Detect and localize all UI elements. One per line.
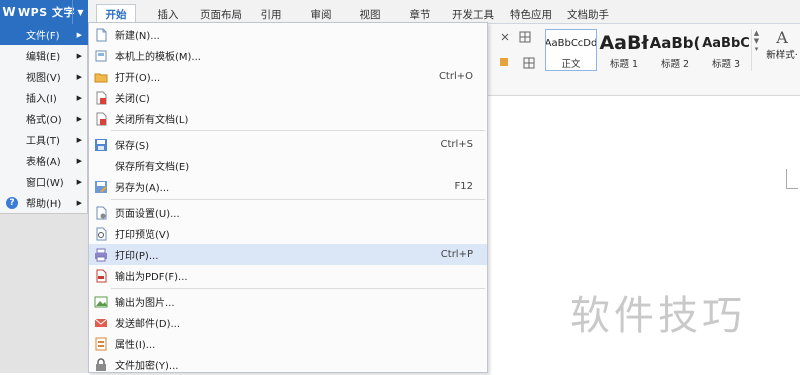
tab-developer-tools[interactable]: 开发工具 <box>448 4 498 24</box>
properties-icon <box>95 337 107 350</box>
style-normal[interactable]: AaBbCcDd 正文 <box>545 29 597 71</box>
style-heading-1[interactable]: AaBł 标题 1 <box>598 29 650 71</box>
menu-separator <box>111 199 485 200</box>
chevron-right-icon: ▶ <box>76 30 82 39</box>
chevron-right-icon: ▶ <box>76 135 82 144</box>
folder-open-icon <box>94 73 108 82</box>
menu-item-edit[interactable]: 编辑(E) ▶ <box>0 45 88 66</box>
menu-save-as[interactable]: 另存为(A)... F12 <box>89 176 487 197</box>
menu-save[interactable]: 保存(S) Ctrl+S <box>89 134 487 155</box>
menu-open[interactable]: 打开(O)... Ctrl+O <box>89 66 487 87</box>
new-style-button[interactable]: A 新样式· <box>764 28 800 72</box>
close-doc-icon <box>96 91 107 104</box>
app-title: WPS 文字 <box>18 6 75 19</box>
style-heading-2[interactable]: AaBb( 标题 2 <box>649 29 701 71</box>
menu-item-format[interactable]: 格式(O) ▶ <box>0 108 88 129</box>
menu-encrypt[interactable]: 文件加密(Y)... <box>89 354 487 375</box>
paragraph-tools-icon[interactable] <box>498 30 544 74</box>
chevron-down-icon[interactable]: ▼ <box>72 0 88 24</box>
menu-item-help[interactable]: ? 帮助(H) ▶ <box>0 192 88 213</box>
menu-item-file[interactable]: 文件(F) ▶ <box>0 24 88 45</box>
menu-export-image[interactable]: 输出为图片... <box>89 291 487 312</box>
margin-marker <box>786 169 798 189</box>
new-style-icon: A <box>776 28 788 47</box>
chevron-right-icon: ▶ <box>76 72 82 81</box>
pdf-icon <box>96 269 107 282</box>
ribbon-tab-bar: W WPS 文字 ▼ 开始 插入 页面布局 引用 审阅 视图 章节 开发工具 特… <box>0 0 800 24</box>
chevron-right-icon: ▶ <box>76 177 82 186</box>
menu-new[interactable]: 新建(N)... <box>89 24 487 45</box>
watermark: 软件技巧 <box>570 293 746 339</box>
close-all-icon <box>96 112 107 125</box>
page-setup-icon <box>96 206 107 219</box>
chevron-right-icon: ▶ <box>76 198 82 207</box>
print-preview-icon <box>96 227 107 240</box>
tab-home[interactable]: 开始 <box>96 4 136 24</box>
image-export-icon <box>94 296 108 307</box>
style-heading-3[interactable]: AaBbC 标题 3 <box>700 29 752 71</box>
ribbon-panel: AaBbCcDd 正文 AaBł 标题 1 AaBb( 标题 2 AaBbC 标… <box>488 24 800 96</box>
file-submenu: 新建(N)... 本机上的模板(M)... 打开(O)... Ctrl+O 关闭(… <box>88 22 488 373</box>
menu-properties[interactable]: 属性(I)... <box>89 333 487 354</box>
tab-chapter[interactable]: 章节 <box>402 4 438 24</box>
chevron-right-icon: ▶ <box>76 114 82 123</box>
chevron-right-icon: ▶ <box>76 93 82 102</box>
menu-item-view[interactable]: 视图(V) ▶ <box>0 66 88 87</box>
tab-review[interactable]: 审阅 <box>303 4 339 24</box>
menu-close-all[interactable]: 关闭所有文档(L) <box>89 108 487 129</box>
menu-item-table[interactable]: 表格(A) ▶ <box>0 150 88 171</box>
tab-insert[interactable]: 插入 <box>150 4 186 24</box>
menu-separator <box>111 288 485 289</box>
template-icon <box>95 50 107 61</box>
menu-send-mail[interactable]: 发送邮件(D)... <box>89 312 487 333</box>
save-as-icon <box>95 180 107 193</box>
tab-special-apps[interactable]: 特色应用 <box>505 4 557 24</box>
tab-doc-assistant[interactable]: 文档助手 <box>562 4 614 24</box>
encrypt-icon <box>96 357 106 371</box>
wps-logo-icon: W <box>2 5 16 19</box>
menu-item-tools[interactable]: 工具(T) ▶ <box>0 129 88 150</box>
styles-scroll[interactable]: ▲ ▼ ▾ <box>751 29 761 71</box>
menu-close[interactable]: 关闭(C) <box>89 87 487 108</box>
wps-app-menu-button[interactable]: W WPS 文字 ▼ <box>0 0 88 24</box>
menu-item-insert[interactable]: 插入(I) ▶ <box>0 87 88 108</box>
printer-icon <box>95 248 107 261</box>
save-icon <box>95 138 107 151</box>
help-icon: ? <box>6 196 18 209</box>
menu-print-preview[interactable]: 打印预览(V) <box>89 223 487 244</box>
chevron-right-icon: ▶ <box>76 51 82 60</box>
menu-export-pdf[interactable]: 输出为PDF(F)... <box>89 265 487 286</box>
tab-references[interactable]: 引用 <box>254 4 288 24</box>
chevron-right-icon: ▶ <box>76 156 82 165</box>
menu-page-setup[interactable]: 页面设置(U)... <box>89 202 487 223</box>
menu-item-window[interactable]: 窗口(W) ▶ <box>0 171 88 192</box>
menu-print[interactable]: 打印(P)... Ctrl+P <box>89 244 487 265</box>
menu-save-all[interactable]: 保存所有文档(E) <box>89 155 487 176</box>
new-doc-icon <box>96 28 107 41</box>
tab-view[interactable]: 视图 <box>352 4 388 24</box>
menu-separator <box>111 130 485 131</box>
main-menu: 文件(F) ▶ 编辑(E) ▶ 视图(V) ▶ 插入(I) ▶ 格式(O) ▶ 工具(T)… <box>0 24 88 214</box>
mail-icon <box>94 318 108 327</box>
menu-local-templates[interactable]: 本机上的模板(M)... <box>89 45 487 66</box>
tab-page-layout[interactable]: 页面布局 <box>193 4 249 24</box>
